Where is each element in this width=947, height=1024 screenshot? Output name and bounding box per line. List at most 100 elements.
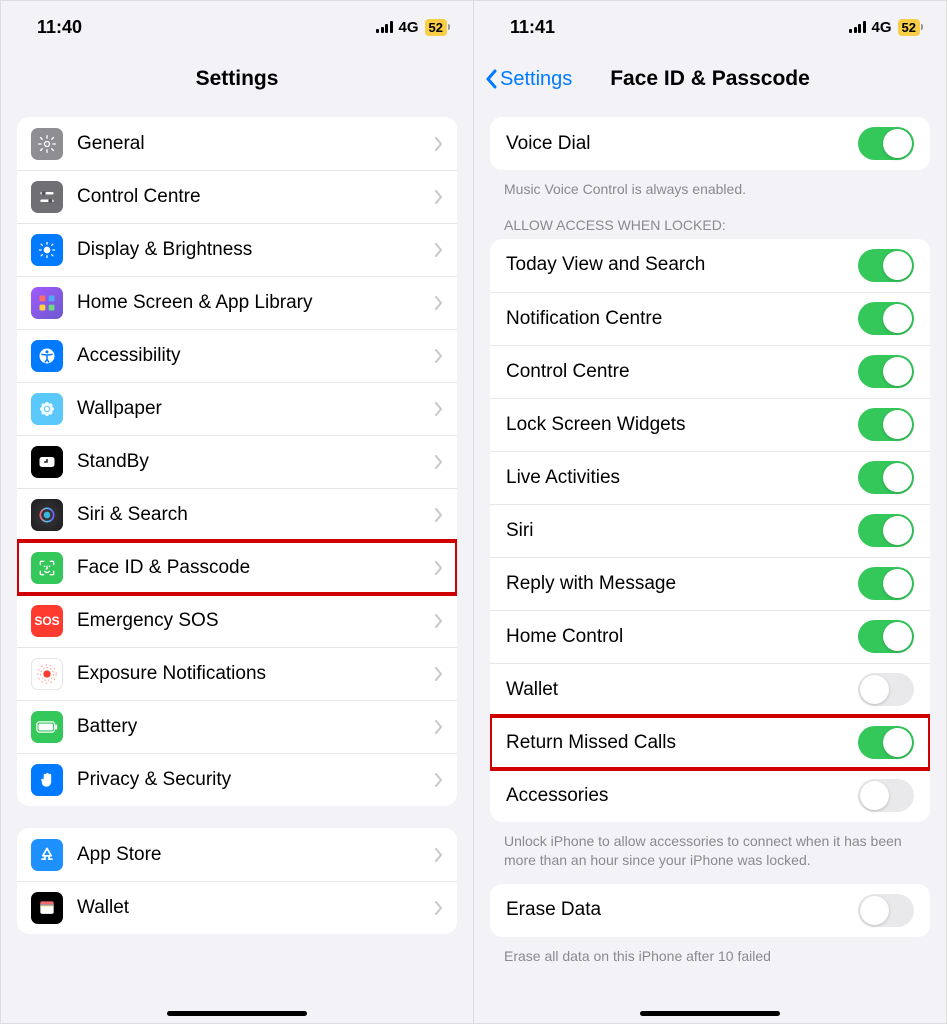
flower-icon bbox=[31, 393, 63, 425]
row-label: Exposure Notifications bbox=[77, 663, 435, 685]
cellular-signal-icon bbox=[849, 21, 866, 33]
access-row-reply-message[interactable]: Reply with Message bbox=[490, 557, 930, 610]
siri-icon bbox=[31, 499, 63, 531]
chevron-right-icon bbox=[435, 901, 443, 915]
chevron-right-icon bbox=[435, 137, 443, 151]
wallet-icon bbox=[31, 892, 63, 924]
settings-row-standby[interactable]: StandBy bbox=[17, 435, 457, 488]
erase-data-row[interactable]: Erase Data bbox=[490, 884, 930, 937]
row-label: Battery bbox=[77, 716, 435, 738]
chevron-right-icon bbox=[435, 667, 443, 681]
erase-data-toggle[interactable] bbox=[858, 894, 914, 927]
access-row-today-view[interactable]: Today View and Search bbox=[490, 239, 930, 292]
settings-row-accessibility[interactable]: Accessibility bbox=[17, 329, 457, 382]
toggle-siri[interactable] bbox=[858, 514, 914, 547]
toggle-today-view[interactable] bbox=[858, 249, 914, 282]
settings-row-display-brightness[interactable]: Display & Brightness bbox=[17, 223, 457, 276]
row-label: Lock Screen Widgets bbox=[506, 414, 858, 436]
row-label: Wallet bbox=[77, 897, 435, 919]
toggle-live-activities[interactable] bbox=[858, 461, 914, 494]
toggle-control-centre[interactable] bbox=[858, 355, 914, 388]
page-title: Face ID & Passcode bbox=[610, 67, 810, 91]
voice-dial-row[interactable]: Voice Dial bbox=[490, 117, 930, 170]
settings-row-siri-search[interactable]: Siri & Search bbox=[17, 488, 457, 541]
status-bar: 11:40 4G 52 bbox=[1, 1, 473, 47]
toggle-return-missed-calls[interactable] bbox=[858, 726, 914, 759]
chevron-right-icon bbox=[435, 243, 443, 257]
exposure-icon bbox=[31, 658, 63, 690]
erase-data-label: Erase Data bbox=[506, 899, 858, 921]
toggle-reply-message[interactable] bbox=[858, 567, 914, 600]
access-row-accessories[interactable]: Accessories bbox=[490, 769, 930, 822]
allow-access-footer: Unlock iPhone to allow accessories to co… bbox=[474, 826, 946, 884]
settings-row-general[interactable]: General bbox=[17, 117, 457, 170]
grid-icon bbox=[31, 287, 63, 319]
sos-icon: SOS bbox=[31, 605, 63, 637]
battery-indicator: 52 bbox=[898, 19, 920, 36]
faceid-icon bbox=[31, 552, 63, 584]
chevron-right-icon bbox=[435, 349, 443, 363]
toggle-home-control[interactable] bbox=[858, 620, 914, 653]
sliders-icon bbox=[31, 181, 63, 213]
row-label: Emergency SOS bbox=[77, 610, 435, 632]
status-time: 11:40 bbox=[37, 17, 82, 38]
toggle-accessories[interactable] bbox=[858, 779, 914, 812]
settings-row-home-screen[interactable]: Home Screen & App Library bbox=[17, 276, 457, 329]
home-indicator[interactable] bbox=[640, 1011, 780, 1016]
sun-icon bbox=[31, 234, 63, 266]
settings-row-app-store[interactable]: App Store bbox=[17, 828, 457, 881]
back-button[interactable]: Settings bbox=[484, 68, 572, 91]
home-indicator[interactable] bbox=[167, 1011, 307, 1016]
row-label: Siri bbox=[506, 520, 858, 542]
access-row-lock-screen-widgets[interactable]: Lock Screen Widgets bbox=[490, 398, 930, 451]
chevron-right-icon bbox=[435, 455, 443, 469]
settings-row-privacy[interactable]: Privacy & Security bbox=[17, 753, 457, 806]
chevron-left-icon bbox=[484, 69, 498, 89]
access-row-return-missed-calls[interactable]: Return Missed Calls bbox=[490, 716, 930, 769]
chevron-right-icon bbox=[435, 720, 443, 734]
access-row-home-control[interactable]: Home Control bbox=[490, 610, 930, 663]
settings-row-wallet[interactable]: Wallet bbox=[17, 881, 457, 934]
nav-bar: Settings Face ID & Passcode bbox=[474, 55, 946, 103]
row-label: StandBy bbox=[77, 451, 435, 473]
access-row-control-centre[interactable]: Control Centre bbox=[490, 345, 930, 398]
toggle-notification-centre[interactable] bbox=[858, 302, 914, 335]
allow-access-group: Today View and Search Notification Centre… bbox=[490, 239, 930, 822]
access-row-live-activities[interactable]: Live Activities bbox=[490, 451, 930, 504]
row-label: General bbox=[77, 133, 435, 155]
settings-group-store: App Store Wallet bbox=[17, 828, 457, 934]
chevron-right-icon bbox=[435, 848, 443, 862]
appstore-icon bbox=[31, 839, 63, 871]
settings-row-exposure[interactable]: Exposure Notifications bbox=[17, 647, 457, 700]
settings-row-control-centre[interactable]: Control Centre bbox=[17, 170, 457, 223]
row-label: Display & Brightness bbox=[77, 239, 435, 261]
voice-dial-group: Voice Dial bbox=[490, 117, 930, 170]
nav-bar: Settings bbox=[1, 55, 473, 103]
page-title: Settings bbox=[196, 67, 279, 91]
row-label: App Store bbox=[77, 844, 435, 866]
network-label: 4G bbox=[399, 19, 419, 36]
toggle-lock-screen-widgets[interactable] bbox=[858, 408, 914, 441]
row-label: Siri & Search bbox=[77, 504, 435, 526]
chevron-right-icon bbox=[435, 561, 443, 575]
battery-icon bbox=[31, 711, 63, 743]
accessibility-icon bbox=[31, 340, 63, 372]
status-bar: 11:41 4G 52 bbox=[474, 1, 946, 47]
access-row-wallet[interactable]: Wallet bbox=[490, 663, 930, 716]
row-label: Today View and Search bbox=[506, 254, 858, 276]
chevron-right-icon bbox=[435, 402, 443, 416]
hand-icon bbox=[31, 764, 63, 796]
row-label: Accessories bbox=[506, 785, 858, 807]
phone-faceid-passcode: 11:41 4G 52 Settings Face ID & Passcode … bbox=[474, 1, 946, 1023]
status-time: 11:41 bbox=[510, 17, 555, 38]
settings-row-emergency-sos[interactable]: SOS Emergency SOS bbox=[17, 594, 457, 647]
voice-dial-toggle[interactable] bbox=[858, 127, 914, 160]
settings-row-wallpaper[interactable]: Wallpaper bbox=[17, 382, 457, 435]
access-row-notification-centre[interactable]: Notification Centre bbox=[490, 292, 930, 345]
access-row-siri[interactable]: Siri bbox=[490, 504, 930, 557]
settings-group-main: General Control Centre Display & Brightnes… bbox=[17, 117, 457, 806]
settings-row-battery[interactable]: Battery bbox=[17, 700, 457, 753]
toggle-wallet[interactable] bbox=[858, 673, 914, 706]
settings-row-face-id[interactable]: Face ID & Passcode bbox=[17, 541, 457, 594]
row-label: Privacy & Security bbox=[77, 769, 435, 791]
